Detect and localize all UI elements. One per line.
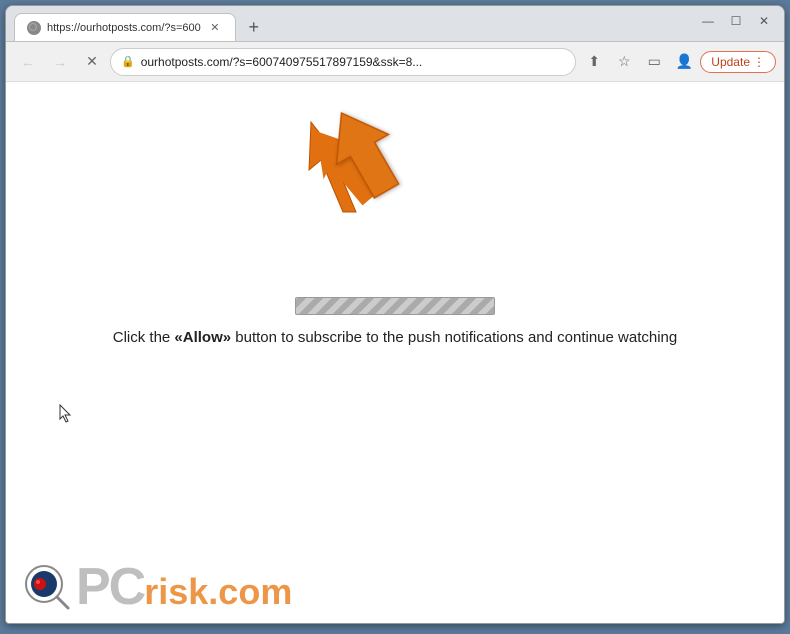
nav-actions: ⬆ ☆ ▭ 👤 Update ⋮ — [580, 48, 776, 76]
profile-button[interactable]: 👤 — [670, 48, 698, 76]
browser-window: https://ourhotposts.com/?s=600 ✕ + — ☐ ✕… — [5, 5, 785, 624]
magnifier-icon — [22, 562, 72, 612]
url-text: ourhotposts.com/?s=600740975517897159&ss… — [141, 55, 566, 69]
minimize-icon: — — [702, 14, 714, 28]
update-more-icon: ⋮ — [753, 55, 765, 69]
tab-area: https://ourhotposts.com/?s=600 ✕ + — [14, 13, 696, 41]
progress-bar — [295, 297, 495, 315]
split-icon: ▭ — [648, 53, 661, 70]
risk-text: risk.com — [144, 574, 292, 610]
tab-close-button[interactable]: ✕ — [207, 20, 223, 36]
maximize-icon: ☐ — [731, 14, 742, 28]
split-view-button[interactable]: ▭ — [640, 48, 668, 76]
navigation-bar: ← → ✕ 🔒 ourhotposts.com/?s=6007409755178… — [6, 42, 784, 82]
instruction-before: Click the — [113, 329, 175, 346]
progress-section: Click the «Allow» button to subscribe to… — [113, 297, 678, 348]
lock-icon: 🔒 — [121, 55, 135, 68]
mouse-cursor — [58, 403, 74, 428]
instruction-after: button to subscribe to the push notifica… — [231, 329, 677, 346]
forward-button[interactable]: → — [46, 48, 74, 76]
close-icon: ✕ — [759, 14, 769, 28]
window-controls: — ☐ ✕ — [696, 5, 776, 41]
update-button[interactable]: Update ⋮ — [700, 51, 776, 73]
pc-letters: PC — [76, 561, 144, 613]
pcrisk-badge — [22, 562, 72, 612]
new-tab-button[interactable]: + — [240, 13, 268, 41]
back-icon: ← — [21, 54, 35, 70]
tab-favicon — [27, 21, 41, 35]
close-button[interactable]: ✕ — [752, 9, 776, 33]
bookmark-icon: ☆ — [618, 53, 631, 70]
share-icon: ⬆ — [588, 53, 600, 70]
reload-icon: ✕ — [86, 53, 98, 70]
update-label: Update — [711, 55, 750, 69]
address-bar[interactable]: 🔒 ourhotposts.com/?s=600740975517897159&… — [110, 48, 576, 76]
pointing-arrow — [316, 97, 416, 222]
content-area: Click the «Allow» button to subscribe to… — [6, 82, 784, 623]
minimize-button[interactable]: — — [696, 9, 720, 33]
pcrisk-text-group: PC risk.com — [76, 561, 292, 613]
forward-icon: → — [53, 54, 67, 70]
tab-title: https://ourhotposts.com/?s=600 — [47, 22, 201, 34]
allow-text: «Allow» — [174, 329, 231, 346]
maximize-button[interactable]: ☐ — [724, 9, 748, 33]
pcrisk-logo: PC risk.com — [22, 561, 292, 613]
active-tab[interactable]: https://ourhotposts.com/?s=600 ✕ — [14, 13, 236, 41]
share-button[interactable]: ⬆ — [580, 48, 608, 76]
reload-button[interactable]: ✕ — [78, 48, 106, 76]
instruction-text: Click the «Allow» button to subscribe to… — [113, 327, 678, 348]
back-button[interactable]: ← — [14, 48, 42, 76]
profile-icon: 👤 — [676, 53, 693, 70]
footer-watermark: PC risk.com — [22, 561, 292, 613]
bookmark-button[interactable]: ☆ — [610, 48, 638, 76]
title-bar: https://ourhotposts.com/?s=600 ✕ + — ☐ ✕ — [6, 6, 784, 42]
